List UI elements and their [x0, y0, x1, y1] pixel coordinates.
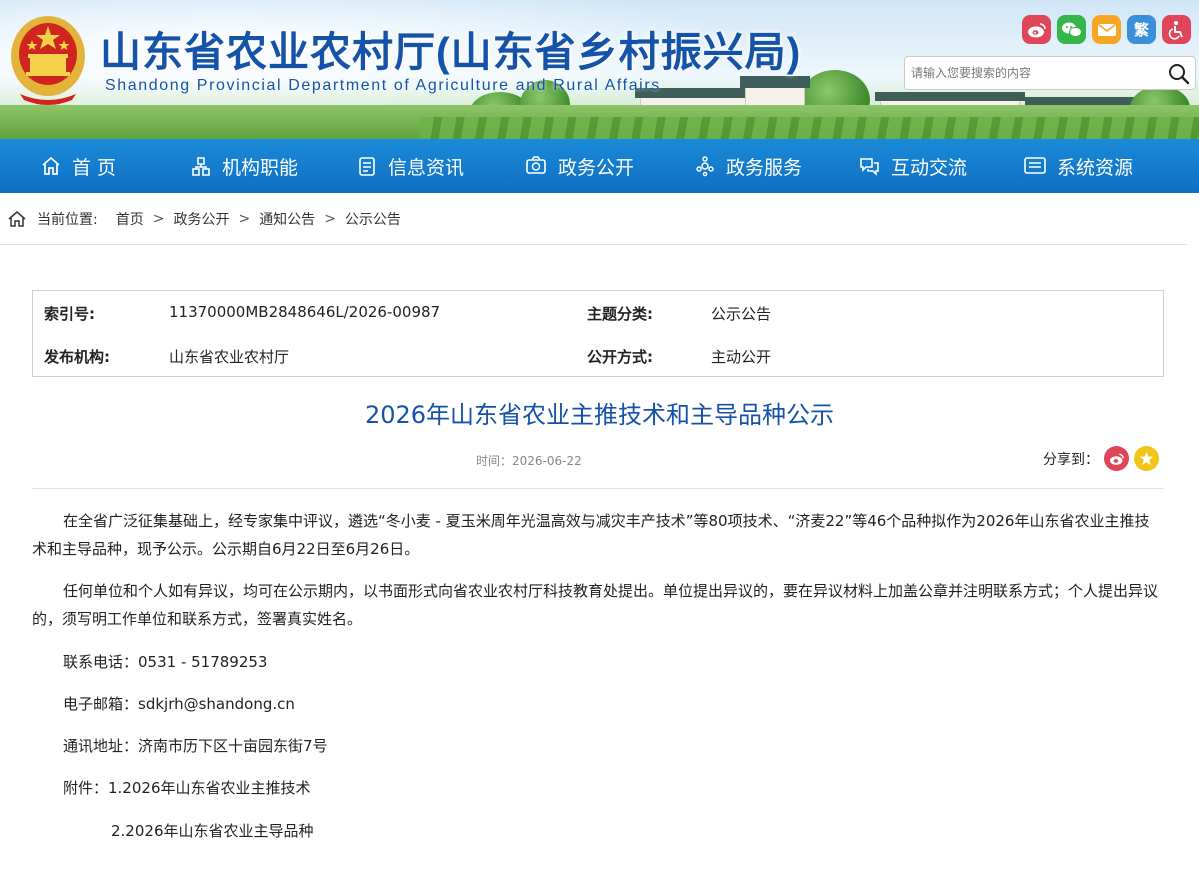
search-icon[interactable] [1167, 62, 1191, 86]
traditional-chinese-button[interactable]: 繁 [1127, 15, 1156, 44]
nav-item-label: 政务服务 [726, 156, 803, 179]
article-body: 在全省广泛征集基础上，经专家集中评议，遴选“冬小麦 - 夏玉米周年光温高效与减灾… [32, 507, 1164, 840]
meta-publisher-value: 山东省农业农村厅 [169, 348, 290, 366]
share-qzone-icon[interactable] [1134, 446, 1159, 471]
article-time: 时间：2026-06-22 [476, 454, 582, 468]
meta-mode-label: 公开方式: [587, 348, 653, 366]
banner-roof [875, 92, 1025, 101]
nav-item-open[interactable]: 政务公开 [524, 139, 634, 193]
meta-mode-value: 主动公开 [711, 348, 772, 366]
breadcrumb-link-notices[interactable]: 通知公告 [259, 209, 315, 229]
site-subtitle: Shandong Provincial Department of Agricu… [105, 77, 661, 94]
share-label: 分享到： [1043, 451, 1099, 468]
open-icon [526, 156, 546, 174]
site-title: 山东省农业农村厅(山东省乡村振兴局) [100, 29, 802, 75]
org-icon [192, 157, 210, 176]
nav-item-service[interactable]: 政务服务 [694, 139, 802, 193]
nav-item-label: 首 页 [72, 156, 117, 179]
home-icon [42, 156, 60, 175]
meta-publisher-label: 发布机构: [44, 348, 110, 366]
meta-category-label: 主题分类: [587, 305, 653, 323]
home-icon [8, 210, 26, 227]
share-weibo-icon[interactable] [1104, 446, 1129, 471]
breadcrumb-link-open[interactable]: 政务公开 [173, 209, 229, 229]
contact-email: 电子邮箱：sdkjrh@shandong.cn [63, 695, 295, 713]
national-emblem-icon [11, 16, 85, 105]
social-bar: 繁 [1022, 15, 1191, 44]
breadcrumb-separator: > [324, 210, 336, 227]
news-icon [359, 157, 375, 176]
article-divider [32, 488, 1164, 489]
nav-item-label: 信息资讯 [388, 156, 465, 179]
breadcrumb-link-announcements[interactable]: 公示公告 [345, 209, 401, 229]
contact-phone: 联系电话：0531 - 51789253 [63, 653, 268, 671]
nav-item-news[interactable]: 信息资讯 [356, 139, 464, 193]
article-paragraph: 任何单位和个人如有异议，均可在公示期内，以书面形式向省农业农村厅科技教育处提出。… [32, 582, 1159, 628]
attachment-2[interactable]: 2.2026年山东省农业主导品种 [111, 817, 314, 845]
breadcrumb-separator: > [152, 210, 165, 227]
document-meta-table: 索引号: 11370000MB2848646L/2026-00987 主题分类:… [32, 290, 1164, 377]
article-paragraph: 在全省广泛征集基础上，经专家集中评议，遴选“冬小麦 - 夏玉米周年光温高效与减灾… [32, 512, 1150, 558]
breadcrumb: 当前位置: 首页 > 政务公开 > 通知公告 > 公示公告 [0, 193, 1187, 245]
attachment-1[interactable]: 附件：1.2026年山东省农业主推技术 [63, 774, 311, 802]
meta-category-value: 公示公告 [711, 305, 772, 323]
meta-index-value: 11370000MB2848646L/2026-00987 [169, 303, 441, 321]
breadcrumb-link-home[interactable]: 首页 [116, 209, 144, 229]
contact-address: 通讯地址：济南市历下区十亩园东街7号 [63, 737, 328, 755]
weibo-icon[interactable] [1022, 15, 1051, 44]
breadcrumb-label: 当前位置: [37, 211, 98, 228]
nav-item-label: 系统资源 [1057, 156, 1134, 179]
search-input[interactable] [911, 62, 1161, 84]
breadcrumb-separator: > [238, 210, 251, 227]
chat-icon [860, 158, 879, 176]
main-nav: 首 页 机构职能 信息资讯 政务公开 政务服务 互动交流 系统资源 [0, 139, 1199, 193]
share-bar: 分享到： [1043, 446, 1159, 471]
nav-item-interact[interactable]: 互动交流 [857, 139, 967, 193]
nav-item-label: 互动交流 [891, 156, 968, 179]
nav-item-home[interactable]: 首 页 [40, 139, 116, 193]
service-icon [696, 156, 714, 177]
nav-item-label: 机构职能 [222, 156, 299, 179]
banner-field-stripes [420, 117, 1199, 139]
nav-item-org[interactable]: 机构职能 [190, 139, 298, 193]
article-title: 2026年山东省农业主推技术和主导品种公示 [364, 401, 835, 429]
accessibility-icon[interactable] [1162, 15, 1191, 44]
mail-icon[interactable] [1092, 15, 1121, 44]
nav-item-system[interactable]: 系统资源 [1023, 139, 1133, 193]
meta-index-label: 索引号: [44, 305, 95, 323]
header-banner: 山东省农业农村厅(山东省乡村振兴局) Shandong Provincial D… [0, 0, 1199, 139]
system-icon [1024, 157, 1046, 174]
search-box [904, 56, 1196, 90]
wechat-icon[interactable] [1057, 15, 1086, 44]
nav-item-label: 政务公开 [558, 156, 635, 179]
